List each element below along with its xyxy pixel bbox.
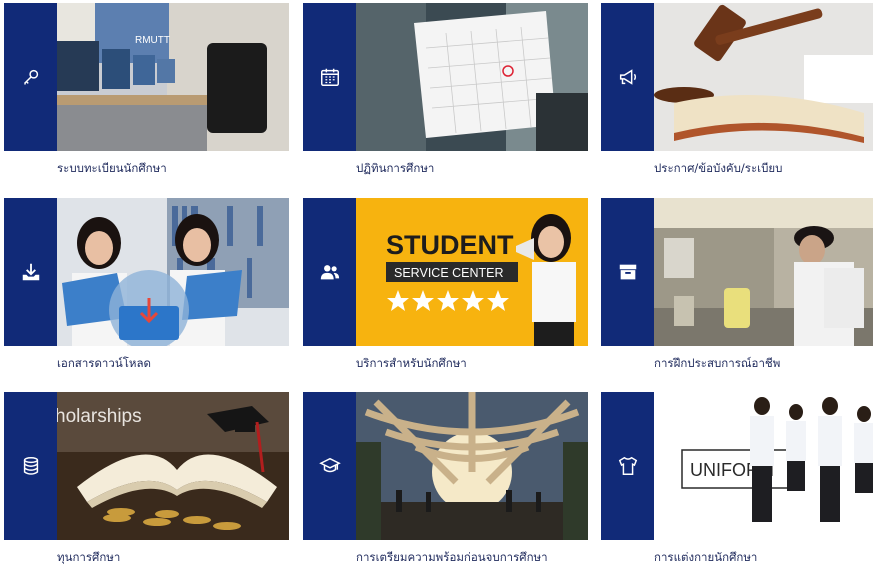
card-label[interactable]: เอกสารดาวน์โหลด	[57, 355, 151, 373]
card-work-experience[interactable]: การฝึกประสบการณ์อาชีพ	[601, 198, 873, 370]
card-label[interactable]: การแต่งกายนักศึกษา	[654, 549, 757, 567]
key-icon	[23, 69, 38, 85]
card-label[interactable]: บริการสำหรับนักศึกษา	[356, 355, 467, 373]
icon-strip	[4, 3, 57, 151]
student-text: STUDENT	[386, 230, 514, 260]
photo-gavel-book	[654, 3, 873, 151]
card-label[interactable]: ประกาศ/ข้อบังคับ/ระเบียบ	[654, 160, 782, 178]
photo-graduation-pavilion	[356, 392, 588, 540]
card-tile[interactable]: STUDENT SERVICE CENTER	[303, 198, 588, 346]
icon-strip	[601, 392, 654, 540]
card-label[interactable]: การฝึกประสบการณ์อาชีพ	[654, 355, 780, 373]
card-tile[interactable]	[601, 198, 873, 346]
photo-caption: RMUTT	[135, 35, 170, 46]
photo-scholarship-book: holarships	[57, 392, 289, 540]
coin-stack-icon	[23, 457, 38, 475]
card-tile[interactable]	[601, 3, 873, 151]
photo-kitchen-training	[654, 198, 873, 346]
calendar-icon	[320, 68, 339, 86]
icon-strip	[601, 3, 654, 151]
icon-strip	[303, 198, 356, 346]
card-tile[interactable]	[303, 392, 588, 540]
card-student-registration[interactable]: RMUTT ระบบทะเบียนนักศึกษา	[4, 3, 289, 175]
users-icon	[320, 265, 339, 280]
download-icon	[22, 263, 39, 281]
card-label[interactable]: ระบบทะเบียนนักศึกษา	[57, 160, 167, 178]
service-center-text: SERVICE CENTER	[394, 266, 504, 280]
card-graduation-preparation[interactable]: การเตรียมความพร้อมก่อนจบการศึกษา	[303, 392, 588, 564]
photo-student-service-center: STUDENT SERVICE CENTER	[356, 198, 588, 346]
scholarships-text: holarships	[57, 406, 142, 427]
icon-strip	[4, 198, 57, 346]
photo-calendar-laptop	[356, 3, 588, 151]
card-document-downloads[interactable]: เอกสารดาวน์โหลด	[4, 198, 289, 370]
photo-uniform: UNIFORM	[654, 392, 873, 540]
card-announcements[interactable]: ประกาศ/ข้อบังคับ/ระเบียบ	[601, 3, 873, 175]
card-student-services[interactable]: STUDENT SERVICE CENTER บริการสำหรับนักศึ…	[303, 198, 588, 370]
icon-strip	[4, 392, 57, 540]
megaphone-icon	[619, 69, 636, 85]
card-tile[interactable]: UNIFORM	[601, 392, 873, 540]
card-tile[interactable]	[4, 198, 289, 346]
card-label[interactable]: ปฏิทินการศึกษา	[356, 160, 434, 178]
graduation-cap-icon	[318, 457, 341, 473]
card-tile[interactable]: RMUTT	[4, 3, 289, 151]
shirt-icon	[618, 456, 637, 475]
card-label[interactable]: การเตรียมความพร้อมก่อนจบการศึกษา	[356, 549, 548, 567]
card-tile[interactable]: holarships	[4, 392, 289, 540]
card-scholarships[interactable]: holarships ทุนการศึกษา	[4, 392, 289, 564]
photo-computer-lab: RMUTT	[57, 3, 289, 151]
card-academic-calendar[interactable]: ปฏิทินการศึกษา	[303, 3, 588, 175]
card-label[interactable]: ทุนการศึกษา	[57, 549, 120, 567]
card-tile[interactable]	[303, 3, 588, 151]
archive-box-icon	[619, 264, 636, 280]
icon-strip	[303, 392, 356, 540]
icon-strip	[601, 198, 654, 346]
icon-strip	[303, 3, 356, 151]
photo-students-library	[57, 198, 289, 346]
card-student-uniform[interactable]: UNIFORM การแต่งกายนักศึกษา	[601, 392, 873, 564]
